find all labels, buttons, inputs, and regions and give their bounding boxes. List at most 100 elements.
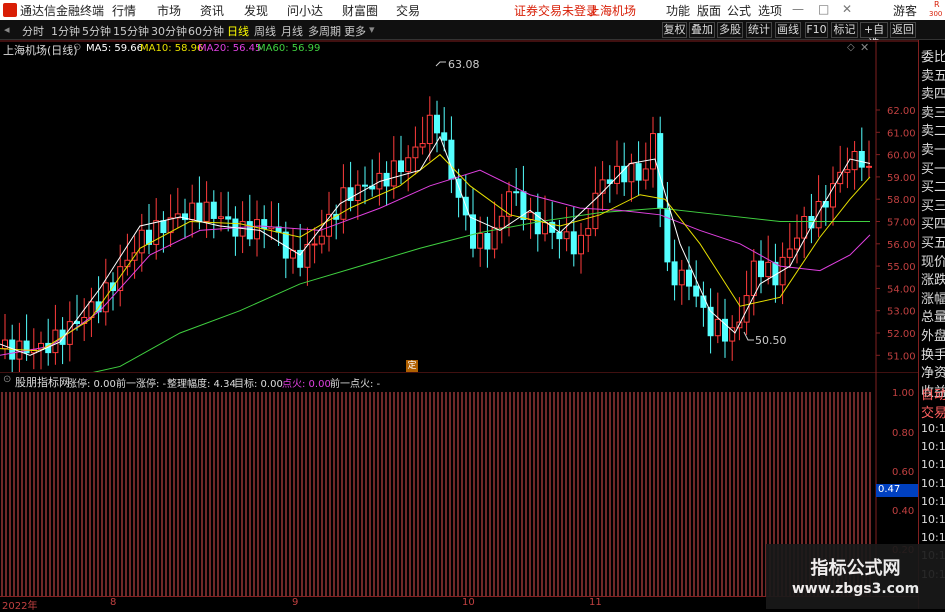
menu-bar: 通达信金融终端 行情 市场 资讯 发现 问小达 财富圈 交易 证券交易未登录 上… [0,0,945,20]
side-label-21: 10:19 [921,422,945,435]
candle-body [542,221,548,235]
price-tick: 60.00 [887,151,916,162]
menu-item-ask[interactable]: 问小达 [287,2,323,19]
side-label-1: 卖五 [921,68,945,84]
f10-button[interactable]: F10 [805,22,828,38]
time-tick-year: 2022年 [2,601,38,612]
candle-body [678,269,685,286]
candle-body [498,215,505,229]
close-icon[interactable]: ✕ [842,2,852,16]
indicator-target: 目标: 0.00 [234,379,283,390]
period-tab-weekly[interactable]: 周线 [254,23,276,39]
dropdown-chevron-icon[interactable]: ⊙ [73,42,81,53]
chart-title: 上海机场(日线) [3,44,78,57]
side-label-3: 卖三 [921,105,945,121]
side-label-5: 卖一 [921,143,945,158]
side-label-25: 10:19 [921,494,945,508]
multi-stock-button[interactable]: 多股 [717,22,743,38]
menu-item-markets[interactable]: 市场 [157,2,181,19]
ma5-label: MA5: 59.66 [86,43,144,54]
low-pointer [743,331,754,341]
side-label-20[interactable]: 交易 [921,402,945,421]
side-label-27: 10:19 [921,531,945,545]
return-button[interactable]: 返回 [890,22,916,38]
indicator-tick: 0.40 [892,506,914,517]
menu-item-discover[interactable]: 发现 [244,2,268,19]
price-tick: 51.00 [887,351,916,362]
candle-body [261,219,268,230]
login-alert[interactable]: 证券交易未登录 [514,2,598,19]
period-tab-5min[interactable]: 5分钟 [82,23,111,39]
candle-body [786,248,793,258]
candle-body [858,150,865,168]
period-tab-15min[interactable]: 15分钟 [113,23,149,39]
side-label-17: 净资 [921,366,945,382]
menu-item-news[interactable]: 资讯 [200,2,224,19]
side-label-12: 涨跌 [921,273,945,289]
mark-button[interactable]: 标记 [831,22,858,38]
period-tab-30min[interactable]: 30分钟 [151,23,187,39]
candle-body [599,179,606,194]
kline-chart[interactable]: 63.08 50.50 62.00 61.00 60.00 59.00 58.00 57.… [0,40,918,372]
ma60-label: MA60: 56.99 [257,43,321,54]
watermark-url: www.zbgs3.com [791,581,920,597]
candle-body [686,269,692,287]
minimize-icon[interactable]: — [792,2,804,16]
statistics-button[interactable]: 统计 [746,22,772,38]
menu-item-function[interactable]: 功能 [666,2,690,19]
candle-body [556,231,563,240]
menu-item-trade[interactable]: 交易 [396,2,420,19]
period-tab-monthly[interactable]: 月线 [281,23,303,39]
indicator-limit-up: 涨停: 0.00 [67,379,116,390]
candle-body [491,227,498,250]
side-label-4: 卖二 [921,124,945,140]
menu-item-layout[interactable]: 版面 [697,2,721,19]
indicator-ignite: 点火: 0.00 [282,379,331,390]
side-label-19[interactable]: 自动 [921,384,945,403]
indicator-title: 股朋指标网 [15,376,70,389]
back-arrow-icon[interactable]: ◂ [4,23,10,36]
candle-body [412,146,419,159]
overlay-button[interactable]: 叠加 [689,22,715,38]
candle-body [844,169,851,173]
candle-body [434,114,440,134]
kline-panel[interactable]: 63.08 50.50 62.00 61.00 60.00 59.00 58.00 57.… [0,40,918,372]
time-tick-sep: 9 [292,597,299,608]
maximize-icon[interactable]: □ [818,2,829,16]
candle-body [254,219,260,240]
candle-body [585,228,592,236]
add-watchlist-button[interactable]: +自选 [860,22,888,50]
side-label-26: 10:19 [921,513,945,526]
period-tab-1min[interactable]: 1分钟 [51,23,80,39]
high-price-label: 63.08 [448,58,480,71]
candle-body [628,163,635,183]
period-tab-daily[interactable]: 日线 [227,23,249,39]
candle-body [470,214,476,249]
chevron-down-icon[interactable]: ▾ [369,23,375,36]
draw-line-button[interactable]: 画线 [775,22,801,38]
period-tab-multi[interactable]: 多周期 [308,23,341,39]
side-label-16: 换手 [921,347,945,363]
menu-item-formula[interactable]: 公式 [727,2,751,19]
guest-label[interactable]: 游客 [893,2,917,19]
side-label-15: 外盘 [921,329,945,344]
candle-group [2,96,872,372]
period-tab-60min[interactable]: 60分钟 [188,23,224,39]
period-toolbar: ◂ 分时 1分钟 5分钟 15分钟 30分钟 60分钟 日线 周线 月线 多周期… [0,20,945,50]
time-tick-aug: 8 [110,597,117,608]
side-label-9: 买四 [921,217,945,233]
candle-body [318,235,325,245]
menu-item-options[interactable]: 选项 [758,2,782,19]
candle-body [693,285,700,297]
side-label-13: 涨幅 [921,291,945,307]
period-tab-more[interactable]: 更多 [344,23,366,39]
diamond-icon[interactable]: ◇ [847,42,855,53]
candle-body [311,243,318,246]
close-chart-icon[interactable]: ✕ [860,41,869,54]
menu-item-wealth[interactable]: 财富圈 [342,2,378,19]
period-tab-tick[interactable]: 分时 [22,23,44,39]
menu-item-market[interactable]: 行情 [112,2,136,19]
price-tick: 52.00 [887,329,916,340]
indicator-settings-icon[interactable]: ⊙ [3,374,11,385]
adjust-button[interactable]: 复权 [662,22,687,38]
